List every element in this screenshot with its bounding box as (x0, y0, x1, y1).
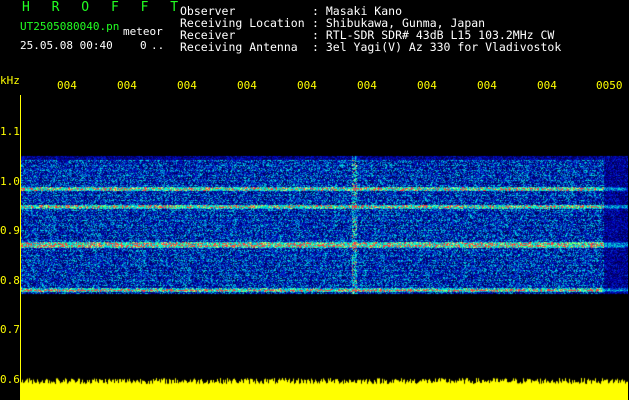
unit-label: kHz (0, 74, 20, 87)
y-axis-line (20, 95, 21, 400)
y-tick-label: 0.9 (0, 224, 20, 237)
filename: UT2505080040.pn (20, 20, 120, 33)
x-tick-label: 004 (237, 79, 257, 92)
y-tick-label: 0.7 (0, 323, 20, 336)
x-tick-label: 004 (477, 79, 497, 92)
datetime: 25.05.08 00:40 (20, 39, 113, 52)
app-title: H R O F F T (22, 0, 186, 15)
ellipsis: .. (151, 39, 165, 52)
antenna-value: : 3el Yagi(V) Az 330 for Vladivostok (312, 40, 562, 54)
x-tick-label: 004 (297, 79, 317, 92)
y-tick-label: 0.6 (0, 373, 20, 386)
antenna-label: Receiving Antenna (180, 40, 298, 54)
y-tick-label: 0.8 (0, 274, 20, 287)
x-tick-label: 0050 (596, 79, 623, 92)
y-tick-label: 1.1 (0, 125, 20, 138)
x-tick-label: 004 (57, 79, 77, 92)
x-tick-label: 004 (537, 79, 557, 92)
x-tick-label: 004 (417, 79, 437, 92)
mode-label: meteor (123, 25, 163, 38)
x-tick-label: 004 (357, 79, 377, 92)
y-tick-label: 1.0 (0, 175, 20, 188)
x-tick-label: 004 (117, 79, 137, 92)
event-count: 0 (140, 39, 147, 52)
x-tick-label: 004 (177, 79, 197, 92)
spectrogram-canvas (20, 95, 628, 400)
